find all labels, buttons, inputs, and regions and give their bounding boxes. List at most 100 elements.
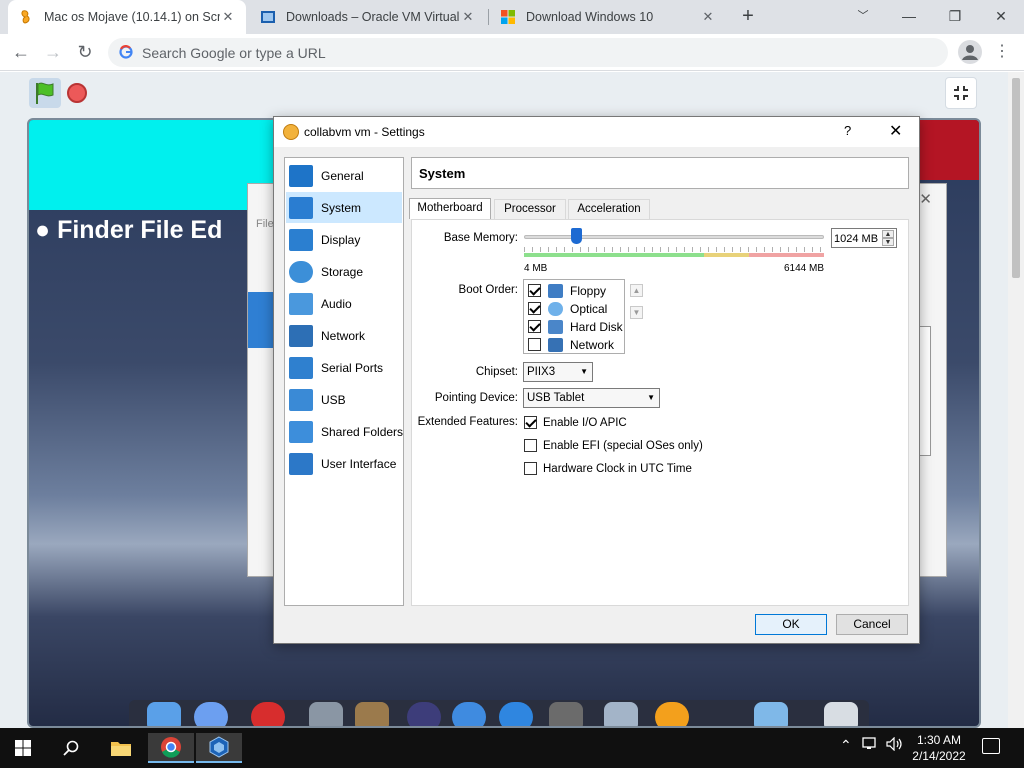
downloads-dock-icon[interactable]: [754, 702, 788, 726]
boot-floppy-checkbox[interactable]: [528, 284, 541, 297]
reload-button[interactable]: ↻: [72, 40, 98, 64]
omnibox-input[interactable]: [142, 42, 922, 63]
vm-list-selection[interactable]: [248, 292, 276, 348]
new-tab-button[interactable]: +: [737, 5, 759, 27]
category-usb[interactable]: USB: [286, 384, 402, 415]
io-apic-checkbox[interactable]: [524, 416, 537, 429]
app-store-dock-icon[interactable]: [452, 702, 486, 726]
tab-motherboard[interactable]: Motherboard: [409, 198, 491, 219]
help-button[interactable]: ?: [844, 123, 851, 138]
file-menu[interactable]: File: [256, 218, 274, 230]
spin-down-icon[interactable]: ▼: [882, 238, 894, 246]
apple-logo-icon: ●: [35, 216, 51, 244]
boot-optical-checkbox[interactable]: [528, 302, 541, 315]
tab-close-icon[interactable]: ✕: [460, 9, 476, 25]
boot-item-floppy[interactable]: Floppy: [528, 282, 606, 299]
chrome-taskbar-button[interactable]: [148, 733, 194, 763]
minimize-button[interactable]: —: [886, 0, 932, 34]
category-storage[interactable]: Storage: [286, 256, 402, 287]
tab-search-chevron-icon[interactable]: ﹀: [840, 0, 886, 34]
base-memory-input[interactable]: [834, 231, 880, 246]
manager-close-icon[interactable]: ✕: [919, 190, 932, 208]
siri-orb-dock-icon[interactable]: [407, 702, 441, 726]
profile-avatar[interactable]: [958, 40, 982, 64]
option-enable-efi[interactable]: Enable EFI (special OSes only): [524, 439, 703, 452]
utc-clock-checkbox[interactable]: [524, 462, 537, 475]
pointing-device-select[interactable]: USB Tablet ▼: [523, 388, 660, 408]
show-hidden-icons-chevron-icon[interactable]: ⌃: [840, 737, 852, 754]
category-general[interactable]: General: [286, 160, 402, 191]
page-scrollbar[interactable]: [1008, 72, 1024, 728]
boot-move-down-button[interactable]: ▼: [630, 306, 643, 319]
stop-button[interactable]: [67, 83, 87, 103]
boot-move-up-button[interactable]: ▲: [630, 284, 643, 297]
trash-dock-icon[interactable]: [824, 702, 858, 726]
tab-close-icon[interactable]: ✕: [700, 9, 716, 25]
audio-icon: [289, 292, 313, 315]
exit-fullscreen-button[interactable]: [945, 77, 977, 109]
ok-button[interactable]: OK: [755, 614, 827, 635]
collapse-icon: [954, 86, 968, 100]
boot-item-optical[interactable]: Optical: [528, 300, 607, 317]
tab-downloads-virtualbox[interactable]: Downloads – Oracle VM VirtualB ✕: [250, 0, 486, 34]
forward-button[interactable]: →: [40, 40, 66, 64]
system-icon: [289, 196, 313, 219]
dialog-close-button[interactable]: ✕: [889, 121, 902, 141]
base-memory-spinbox[interactable]: ▲ ▼: [831, 228, 897, 248]
tab-download-windows-10[interactable]: Download Windows 10 ✕: [490, 0, 726, 34]
omnibox[interactable]: [108, 38, 948, 67]
category-user-interface[interactable]: User Interface: [286, 448, 402, 479]
books-dock-icon[interactable]: [655, 702, 689, 726]
base-memory-slider-thumb[interactable]: [571, 228, 582, 244]
tab-acceleration[interactable]: Acceleration: [568, 199, 650, 219]
boot-network-checkbox[interactable]: [528, 338, 541, 351]
option-label: Enable EFI (special OSes only): [543, 439, 703, 452]
close-window-button[interactable]: ✕: [978, 0, 1024, 34]
network-tray-icon[interactable]: [862, 737, 880, 754]
category-network[interactable]: Network: [286, 320, 402, 351]
preview-dock-icon[interactable]: [604, 702, 638, 726]
cancel-button[interactable]: Cancel: [836, 614, 908, 635]
boot-hard-disk-checkbox[interactable]: [528, 320, 541, 333]
base-memory-slider[interactable]: [524, 235, 824, 239]
chipset-select[interactable]: PIIX3 ▼: [523, 362, 593, 382]
finder-dock-icon[interactable]: [147, 702, 181, 726]
category-display[interactable]: Display: [286, 224, 402, 255]
action-center-icon[interactable]: [982, 738, 1000, 754]
virtualbox-taskbar-button[interactable]: [196, 733, 242, 763]
back-button[interactable]: ←: [8, 40, 34, 64]
launchpad-dock-icon[interactable]: [309, 702, 343, 726]
tab-mac-os-mojave[interactable]: Mac os Mojave (10.14.1) on Scra ✕: [8, 0, 246, 34]
system-preferences-dock-icon[interactable]: [549, 702, 583, 726]
boot-item-network[interactable]: Network: [528, 336, 614, 353]
tab-processor[interactable]: Processor: [494, 199, 566, 219]
boot-item-hard-disk[interactable]: Hard Disk: [528, 318, 623, 335]
green-flag-button[interactable]: [29, 78, 61, 108]
itunes-dock-icon[interactable]: [251, 702, 285, 726]
category-shared-folders[interactable]: Shared Folders: [286, 416, 403, 447]
start-button[interactable]: [0, 733, 46, 763]
category-label: System: [321, 200, 362, 215]
category-serial-ports[interactable]: Serial Ports: [286, 352, 402, 383]
spin-up-icon[interactable]: ▲: [882, 230, 894, 238]
option-enable-io-apic[interactable]: Enable I/O APIC: [524, 416, 627, 429]
clock-date: 2/14/2022: [912, 749, 966, 763]
siri-dock-icon[interactable]: [194, 702, 228, 726]
search-button[interactable]: [48, 733, 94, 763]
tab-separator: [488, 9, 489, 25]
tab-close-icon[interactable]: ✕: [220, 9, 236, 25]
browser-menu-button[interactable]: ⋮: [992, 40, 1012, 64]
file-explorer-button[interactable]: [98, 733, 144, 763]
boot-order-list: Floppy Optical Hard Disk Network: [523, 279, 625, 354]
memory-max-label: 6144 MB: [784, 263, 825, 274]
pointing-device-value: USB Tablet: [527, 392, 585, 404]
scrollbar-thumb[interactable]: [1012, 78, 1020, 278]
option-hardware-clock-utc[interactable]: Hardware Clock in UTC Time: [524, 462, 692, 475]
efi-checkbox[interactable]: [524, 439, 537, 452]
safari-dock-icon[interactable]: [499, 702, 533, 726]
category-audio[interactable]: Audio: [286, 288, 402, 319]
contacts-dock-icon[interactable]: [355, 702, 389, 726]
taskbar-clock[interactable]: 1:30 AM 2/14/2022: [900, 732, 978, 764]
category-system[interactable]: System: [286, 192, 402, 223]
restore-button[interactable]: ❐: [932, 0, 978, 34]
